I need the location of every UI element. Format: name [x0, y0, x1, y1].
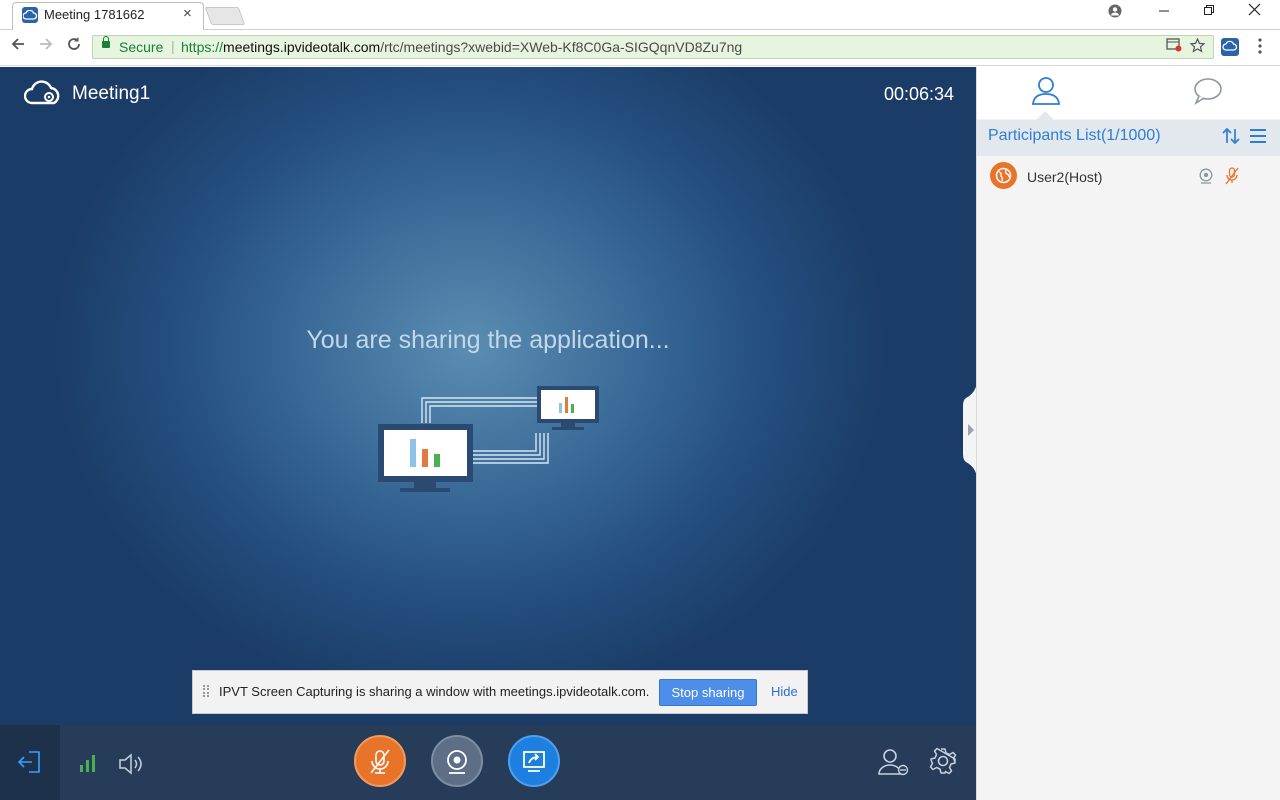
- mute-mic-button[interactable]: [354, 735, 406, 787]
- lock-icon: [102, 36, 110, 48]
- side-panel: Participants List(1/1000) User2(Host): [976, 67, 1280, 800]
- web-client-icon: [995, 167, 1012, 184]
- avatar: [990, 162, 1017, 189]
- screen-share-illustration: [378, 386, 599, 492]
- sort-icon[interactable]: [1222, 127, 1240, 145]
- participant-mic-muted-icon[interactable]: [1225, 167, 1239, 185]
- stop-sharing-button[interactable]: Stop sharing: [659, 679, 757, 706]
- meeting-timer: 00:06:34: [884, 84, 955, 104]
- reload-button[interactable]: [66, 36, 82, 57]
- forward-button[interactable]: [38, 36, 54, 57]
- cloud-logo-icon: [23, 80, 62, 111]
- url-scheme: https://: [181, 39, 224, 55]
- participant-name: User2(Host): [1027, 169, 1103, 185]
- bookmark-star-icon[interactable]: [1189, 37, 1206, 57]
- invite-user-icon[interactable]: [878, 748, 910, 776]
- notification-message: IPVT Screen Capturing is sharing a windo…: [219, 684, 650, 699]
- panel-tabs: [977, 67, 1280, 119]
- url-text[interactable]: https://meetings.ipvideotalk.com/rtc/mee…: [181, 39, 742, 55]
- new-tab-button[interactable]: [204, 7, 246, 25]
- meeting-toolbar: [0, 725, 976, 800]
- exit-icon: [17, 751, 40, 773]
- panel-collapse-toggle[interactable]: [963, 380, 977, 480]
- browser-tabstrip: Meeting 1781662 ×: [0, 0, 1280, 31]
- screen-share-icon: [523, 751, 545, 772]
- url-separator: |: [171, 38, 175, 54]
- drag-handle[interactable]: [203, 685, 209, 697]
- tab-title: Meeting 1781662: [44, 7, 145, 22]
- url-host: meetings.ipvideotalk.com: [223, 39, 381, 55]
- screen-capture-notification: IPVT Screen Capturing is sharing a windo…: [192, 670, 808, 714]
- participant-camera-icon[interactable]: [1199, 168, 1213, 184]
- browser-menu-icon[interactable]: [1258, 38, 1262, 54]
- tab-close-button[interactable]: ×: [183, 5, 192, 22]
- mic-muted-icon: [370, 749, 390, 774]
- extension-icon[interactable]: [1221, 38, 1239, 56]
- meeting-stage: Meeting1 00:06:34 You are sharing the ap…: [0, 67, 976, 725]
- gear-icon[interactable]: [929, 747, 957, 775]
- tab-chat[interactable]: [1193, 77, 1223, 105]
- restore-button[interactable]: [1203, 3, 1215, 19]
- profile-icon[interactable]: [1108, 4, 1122, 21]
- blocked-popup-icon[interactable]: [1166, 38, 1182, 56]
- close-window-button[interactable]: [1248, 3, 1261, 19]
- signal-bars-icon: [80, 755, 95, 772]
- minimize-button[interactable]: [1158, 2, 1170, 19]
- exit-meeting-button[interactable]: [0, 725, 60, 800]
- sharing-message: You are sharing the application...: [306, 326, 670, 354]
- meeting-title: Meeting1: [72, 83, 151, 104]
- hide-notification-link[interactable]: Hide: [771, 684, 798, 699]
- share-screen-button[interactable]: [508, 735, 560, 787]
- participants-title: Participants List(1/1000): [988, 127, 1161, 144]
- camera-icon: [447, 750, 467, 774]
- url-path: /rtc/meetings?xwebid=XWeb-Kf8C0Ga-SIGQqn…: [380, 39, 743, 55]
- back-button[interactable]: [10, 36, 26, 57]
- hamburger-icon[interactable]: [1250, 129, 1266, 143]
- tab-participants[interactable]: [1031, 75, 1061, 105]
- camera-button[interactable]: [431, 735, 483, 787]
- secure-label: Secure: [119, 39, 164, 55]
- speaker-icon[interactable]: [118, 753, 146, 775]
- tab-favicon-icon: [22, 7, 38, 23]
